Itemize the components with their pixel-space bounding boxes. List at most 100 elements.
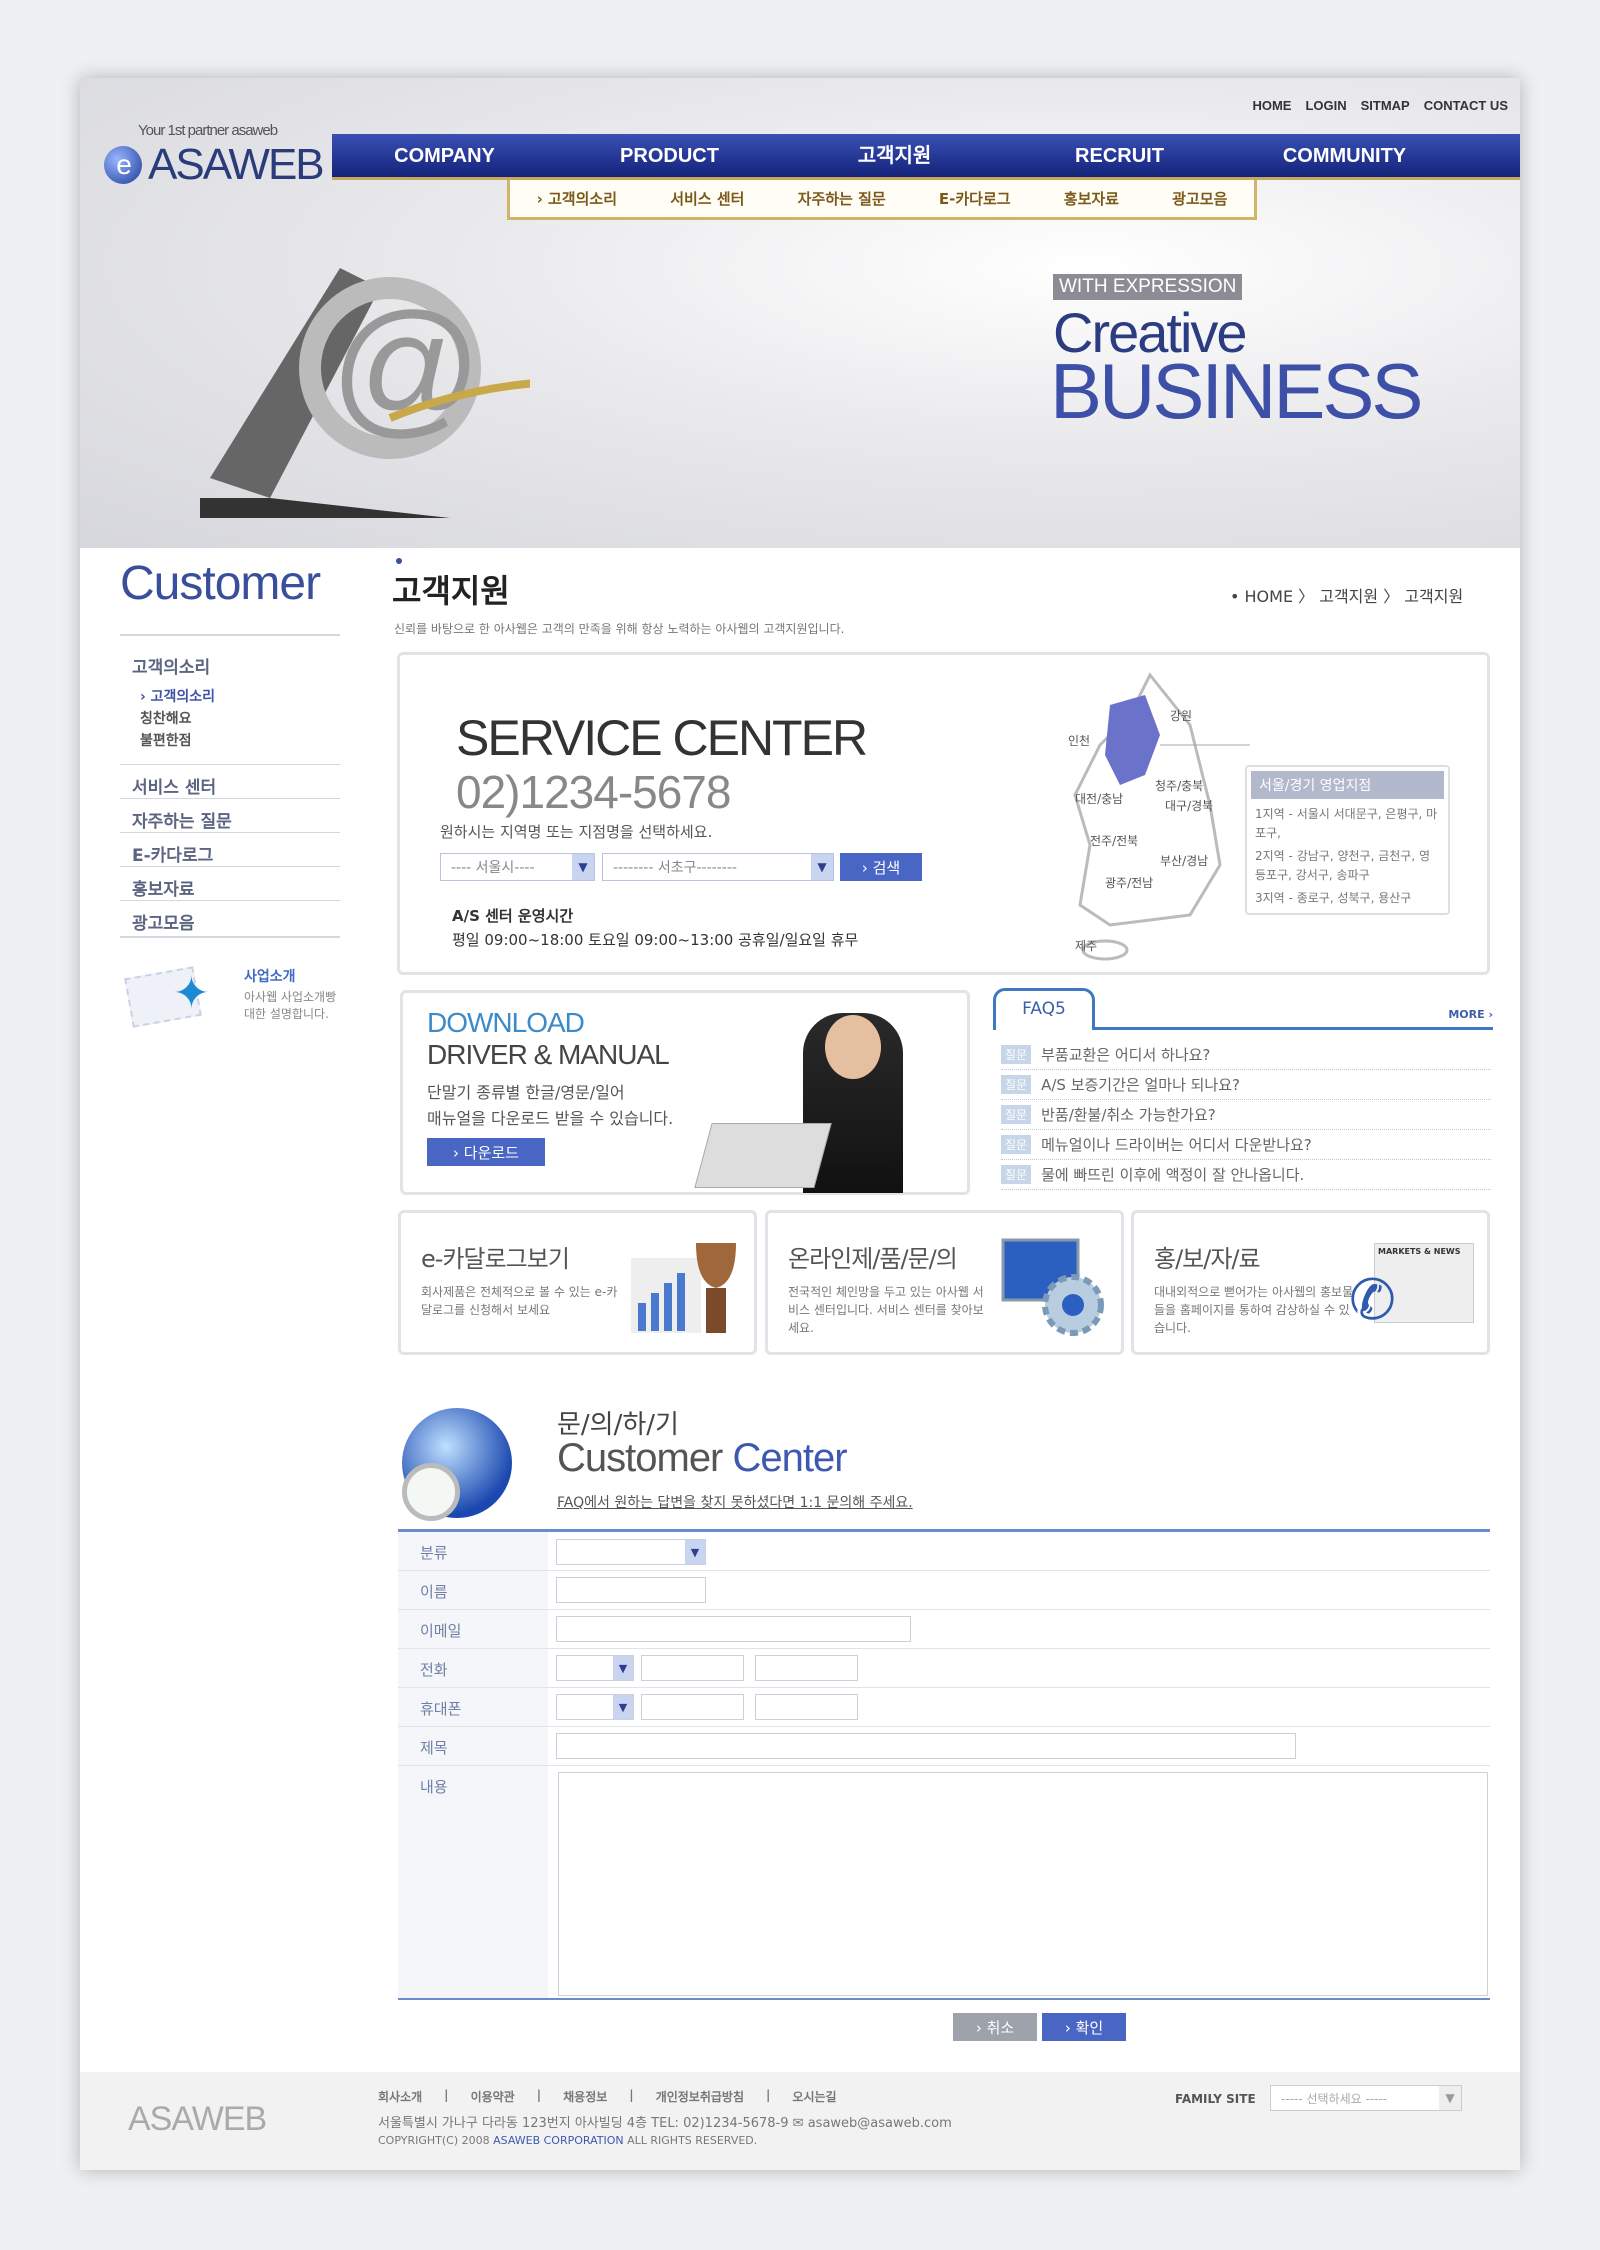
page-subtitle: 신뢰를 바탕으로 한 아사웹은 고객의 만족을 위해 항상 노력하는 아사웹의 … <box>394 622 845 636</box>
sidebar-item[interactable]: 서비스 센터 <box>132 773 216 798</box>
branch-title: 서울/경기 영업지점 <box>1251 771 1444 799</box>
footer-link[interactable]: 이용약관 <box>471 2088 515 2105</box>
cancel-button[interactable]: › 취소 <box>953 2013 1037 2041</box>
chevron-down-icon: ▼ <box>572 854 594 880</box>
nav-product[interactable]: PRODUCT <box>557 134 782 177</box>
page-title: 고객지원 <box>392 558 510 612</box>
sidebar-item[interactable]: 홍보자료 <box>132 875 195 900</box>
field-label: 휴대폰 <box>398 1688 548 1726</box>
faq-text: 반품/환불/취소 가능한가요? <box>1041 1106 1216 1124</box>
district-select[interactable]: -------- 서초구-------- ▼ <box>602 853 834 881</box>
form-row: 내용 <box>398 1766 1490 2000</box>
subnav-item[interactable]: 홍보자료 <box>1064 188 1119 209</box>
faq-text: 부품교환은 어디서 하나요? <box>1041 1046 1211 1064</box>
email-input[interactable] <box>556 1616 911 1642</box>
form-row: 이름 <box>398 1571 1490 1610</box>
map-label: 광주/전남 <box>1105 876 1153 890</box>
subnav-item[interactable]: E-카다로그 <box>939 188 1011 209</box>
faq-item[interactable]: 질문 부품교환은 어디서 하나요? <box>1001 1040 1491 1070</box>
map-label: 대구/경북 <box>1165 799 1213 813</box>
sitemap-link[interactable]: SITMAP <box>1361 98 1410 113</box>
mobile-prefix-select[interactable]: ▼ <box>556 1694 634 1720</box>
nav-support[interactable]: 고객지원 <box>782 134 1007 177</box>
footer-link[interactable]: 오시는길 <box>792 2088 836 2105</box>
footer-copyright: COPYRIGHT(C) 2008 ASAWEB CORPORATION ALL… <box>378 2134 758 2147</box>
divider <box>120 936 340 938</box>
sidebar-sub[interactable]: 칭찬해요 <box>140 708 192 728</box>
sidebar-item[interactable]: 광고모음 <box>132 909 195 934</box>
footer-links: 회사소개 | 이용약관 | 채용정보 | 개인정보취급방침 | 오시는길 <box>378 2088 837 2105</box>
footer-link[interactable]: 회사소개 <box>378 2088 422 2105</box>
divider <box>120 832 340 833</box>
chevron-down-icon: ▼ <box>613 1695 633 1719</box>
faq-item[interactable]: 질문 A/S 보증기간은 얼마나 되나요? <box>1001 1070 1491 1100</box>
phone-mid-input[interactable] <box>641 1655 744 1681</box>
nav-community[interactable]: COMMUNITY <box>1232 134 1457 177</box>
sidebar-group[interactable]: 고객의소리 <box>132 653 210 678</box>
download-button[interactable]: › 다운로드 <box>427 1138 545 1166</box>
select-value: -------- 서초구-------- <box>613 860 737 876</box>
promo-material-card[interactable]: 홍/보/자/료 대내외적으로 뻗어가는 아사웹의 홍보물들을 홈페이지를 통하여 … <box>1131 1210 1490 1355</box>
confirm-button[interactable]: › 확인 <box>1042 2013 1126 2041</box>
login-link[interactable]: LOGIN <box>1305 98 1346 113</box>
map-label: 전주/전북 <box>1090 834 1138 848</box>
korea-map[interactable]: 인천 강원 청주/충북 대전/충남 대구/경북 전주/전북 부산/경남 광주/전… <box>1050 665 1250 965</box>
promo-title: 사업소개 <box>244 969 296 985</box>
footer-link[interactable]: 개인정보취급방침 <box>656 2088 744 2105</box>
footer-address: 서울특별시 가나구 다라동 123번지 아사빌딩 4층 TEL: 02)1234… <box>378 2116 952 2131</box>
nav-recruit[interactable]: RECRUIT <box>1007 134 1232 177</box>
svg-text:@: @ <box>330 282 482 450</box>
product-inquiry-card[interactable]: 온라인제/품/문/의 전국적인 체인망을 두고 있는 아사웹 서비스 센터입니다.… <box>765 1210 1124 1355</box>
faq-text: A/S 보증기간은 얼마나 되나요? <box>1041 1076 1240 1094</box>
subnav-item[interactable]: 서비스 센터 <box>670 188 744 209</box>
logo[interactable]: e ASAWEB <box>104 140 325 190</box>
faq-more-link[interactable]: MORE › <box>1448 1008 1493 1021</box>
contact-subtitle: FAQ에서 원하는 답변을 찾지 못하셨다면 1:1 문의해 주세요. <box>557 1495 913 1511</box>
top-links: HOME LOGIN SITMAP CONTACT US <box>1238 98 1508 113</box>
subnav-item[interactable]: 자주하는 질문 <box>798 188 886 209</box>
hours-title: A/S 센터 운영시간 <box>452 907 574 925</box>
sidebar-item[interactable]: 자주하는 질문 <box>132 807 232 832</box>
faq-item[interactable]: 질문 메뉴얼이나 드라이버는 어디서 다운받나요? <box>1001 1130 1491 1160</box>
footer-email: asaweb@asaweb.com <box>807 2116 952 2131</box>
sidebar-sub[interactable]: 불편한점 <box>140 730 192 750</box>
faq-tab[interactable]: FAQ5 <box>993 988 1095 1030</box>
mobile-mid-input[interactable] <box>641 1694 744 1720</box>
mobile-last-input[interactable] <box>755 1694 858 1720</box>
field-label: 분류 <box>398 1532 548 1570</box>
subnav-item[interactable]: › 고객의소리 <box>537 188 617 209</box>
home-link[interactable]: HOME <box>1252 98 1291 113</box>
breadcrumb: • HOME 〉 고객지원 〉 고객지원 <box>1230 587 1464 606</box>
form-row: 제목 <box>398 1727 1490 1766</box>
name-input[interactable] <box>556 1577 706 1603</box>
card-text: 회사제품은 전체적으로 볼 수 있는 e-카달로그를 신청해서 보세요 <box>421 1285 618 1317</box>
city-select[interactable]: ---- 서울시---- ▼ <box>440 853 595 881</box>
chevron-down-icon: ▼ <box>1439 2086 1461 2110</box>
sidebar-item[interactable]: E-카다로그 <box>132 841 213 866</box>
family-site-select[interactable]: ----- 선택하세요 ----- ▼ <box>1270 2085 1462 2111</box>
promo-text: 아사웹 사업소개빵 <box>244 990 337 1004</box>
form-row: 분류 ▼ <box>398 1532 1490 1571</box>
form-row: 전화 ▼ <box>398 1649 1490 1688</box>
faq-item[interactable]: 질문 반품/환불/취소 가능한가요? <box>1001 1100 1491 1130</box>
faq-item[interactable]: 질문 물에 빠뜨린 이후에 액정이 잘 안나옵니다. <box>1001 1160 1491 1190</box>
divider <box>120 764 340 765</box>
category-select[interactable]: ▼ <box>556 1539 706 1565</box>
phone-last-input[interactable] <box>755 1655 858 1681</box>
contact-title: Customer Center <box>557 1436 848 1480</box>
inquiry-form: 분류 ▼ 이름 이메일 전화 ▼ 휴대폰 ▼ 제목 내용 › 취소 › 확인 <box>398 1529 1490 2049</box>
hero-line2: BUSINESS <box>1050 347 1423 435</box>
nav-company[interactable]: COMPANY <box>332 134 557 177</box>
promo-banner[interactable]: ✦ 사업소개 아사웹 사업소개빵 대한 설명합니다. <box>124 960 348 1040</box>
phone-prefix-select[interactable]: ▼ <box>556 1655 634 1681</box>
sidebar-sub-active[interactable]: › 고객의소리 <box>140 686 215 706</box>
hours-text: 평일 09:00~18:00 토요일 09:00~13:00 공휴일/일요일 휴… <box>452 931 859 949</box>
contact-link[interactable]: CONTACT US <box>1424 98 1508 113</box>
search-button[interactable]: › 검색 <box>840 853 922 881</box>
footer-link[interactable]: 채용정보 <box>563 2088 607 2105</box>
catalog-card[interactable]: e-카달로그보기 회사제품은 전체적으로 볼 수 있는 e-카달로그를 신청해서 … <box>398 1210 757 1355</box>
content-textarea[interactable] <box>558 1772 1488 1996</box>
subject-input[interactable] <box>556 1733 1296 1759</box>
subnav-item[interactable]: 광고모음 <box>1172 188 1227 209</box>
tagline: Your 1st partner asaweb <box>138 122 278 139</box>
